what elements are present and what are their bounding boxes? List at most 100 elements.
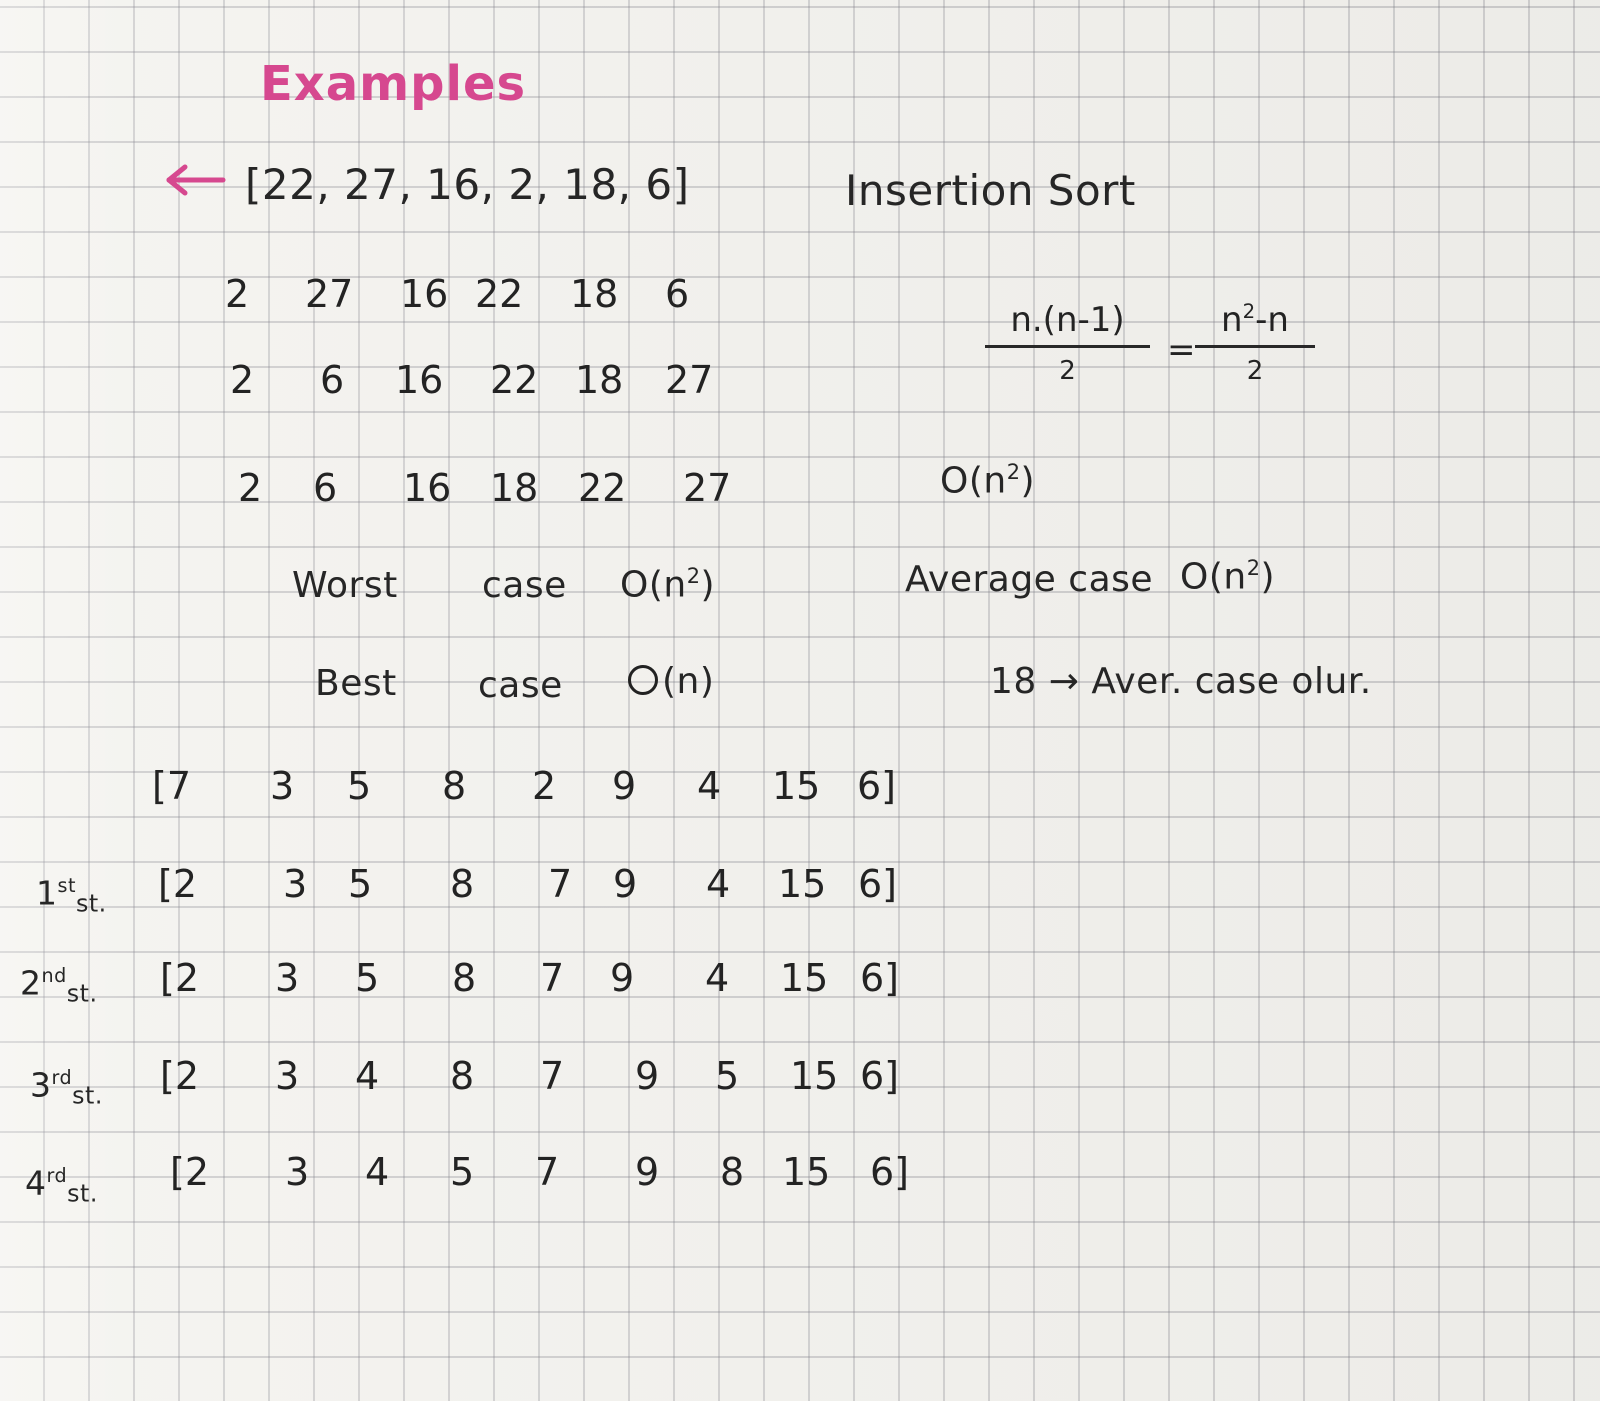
examples-title: Examples <box>260 56 527 112</box>
array-value: 6] <box>857 764 897 808</box>
sort-value: 16 <box>400 272 449 316</box>
array-value: 8 <box>720 1150 745 1194</box>
sort-value: 18 <box>570 272 619 316</box>
sort-value: 22 <box>490 358 539 402</box>
array-value: 15 <box>772 764 821 808</box>
array-value: 3 <box>275 1054 300 1098</box>
second-example-step-row-4: [2 3 4 5 7 9 8 15 6] <box>170 1150 940 1204</box>
left-denominator: 2 <box>1059 356 1076 386</box>
step-label-1: 1stst. <box>36 876 107 916</box>
array-value: [2 <box>160 956 200 1000</box>
array-value: 5 <box>715 1054 740 1098</box>
sort-value: 6 <box>313 466 338 510</box>
step-label-4-ordinal: rd <box>46 1164 68 1187</box>
array-value: 5 <box>348 862 373 906</box>
array-value: 9 <box>610 956 635 1000</box>
array-value: 3 <box>275 956 300 1000</box>
array-value: 5 <box>347 764 372 808</box>
second-example-step-row-2: [2 3 5 8 7 9 4 15 6] <box>160 956 930 1010</box>
step-label-4-base: 4 <box>25 1163 47 1203</box>
right-numerator: n2-n <box>1195 300 1315 348</box>
average-case-label: Average case <box>905 559 1154 600</box>
best-case-complexity: (n) <box>628 664 714 700</box>
array-value: 7 <box>548 862 573 906</box>
array-value: 3 <box>270 764 295 808</box>
average-case-note: 18 → Aver. case olur. <box>990 661 1372 702</box>
step-label-3: 3rdst. <box>30 1068 103 1108</box>
sort-value: 27 <box>665 358 714 402</box>
equals-sign: = <box>1167 330 1196 370</box>
step-label-3-ordinal: rd <box>51 1066 73 1089</box>
formula-complexity-close: ) <box>1020 460 1036 502</box>
second-example-step-row-1: [2 3 5 8 7 9 4 15 6] <box>158 862 918 916</box>
array-value: 5 <box>355 956 380 1000</box>
step-label-1-ordinal: st <box>57 874 76 897</box>
sort-value: 22 <box>578 466 627 510</box>
sort-value: 16 <box>403 466 452 510</box>
best-case-complexity-base: (n) <box>662 661 715 702</box>
array-value: 7 <box>540 956 565 1000</box>
comparison-count-formula: n.(n-1) 2 = n2-n 2 <box>985 300 1315 410</box>
right-numerator-tail: -n <box>1255 300 1289 340</box>
sort-value: 22 <box>475 272 524 316</box>
step-label-4-tail: st. <box>67 1179 98 1208</box>
worst-case-complexity: O(n2) <box>620 566 715 604</box>
step-label-2-tail: st. <box>66 979 98 1008</box>
array-value: 4 <box>355 1054 380 1098</box>
array-value: 6] <box>860 956 900 1000</box>
array-value: [7 <box>152 764 192 808</box>
array-value: 7 <box>535 1150 560 1194</box>
big-o-circle-icon <box>628 665 658 695</box>
formula-complexity-base: O(n <box>940 460 1007 502</box>
sort-value: 6 <box>320 358 345 402</box>
step-label-1-tail: st. <box>75 889 107 918</box>
first-example-input: [22, 27, 16, 2, 18, 6] <box>245 160 690 209</box>
sort-value: 2 <box>230 358 255 402</box>
array-value: 3 <box>283 862 308 906</box>
notebook-page: Examples [22, 27, 16, 2, 18, 6] Insertio… <box>0 0 1600 1401</box>
left-arrow-icon <box>166 164 226 196</box>
array-value: 9 <box>635 1054 660 1098</box>
array-value: 9 <box>613 862 638 906</box>
step-label-1-base: 1 <box>36 873 58 913</box>
sort-value: 2 <box>225 272 250 316</box>
sort-value: 18 <box>490 466 539 510</box>
array-value: 8 <box>442 764 467 808</box>
left-fraction: n.(n-1) 2 <box>985 300 1150 386</box>
right-numerator-exponent: 2 <box>1242 300 1256 324</box>
array-value: 15 <box>790 1054 839 1098</box>
array-value: 5 <box>450 1150 475 1194</box>
formula-complexity-exponent: 2 <box>1006 460 1021 484</box>
first-example-step-row-3: 2 6 16 18 22 27 <box>238 466 778 520</box>
worst-case-label: Worst <box>292 565 398 606</box>
second-example-initial-row: [7 3 5 8 2 9 4 15 6] <box>152 764 912 818</box>
worst-case-complexity-close: ) <box>700 564 716 606</box>
array-value: 15 <box>780 956 829 1000</box>
sort-value: 16 <box>395 358 444 402</box>
worst-case-complexity-exponent: 2 <box>686 564 701 588</box>
insertion-sort-heading: Insertion Sort <box>845 166 1136 215</box>
best-case-word: case <box>478 665 563 706</box>
step-label-4: 4rdst. <box>25 1166 98 1206</box>
array-value: 8 <box>450 1054 475 1098</box>
average-case-complexity-exponent: 2 <box>1246 556 1261 580</box>
array-value: 7 <box>540 1054 565 1098</box>
array-value: 3 <box>285 1150 310 1194</box>
array-value: [2 <box>160 1054 200 1098</box>
right-fraction: n2-n 2 <box>1195 300 1315 386</box>
sort-value: 18 <box>575 358 624 402</box>
step-label-2: 2ndst. <box>20 966 98 1006</box>
array-value: 9 <box>612 764 637 808</box>
best-case-label: Best <box>315 663 397 704</box>
sort-value: 2 <box>238 466 263 510</box>
array-value: 6] <box>860 1054 900 1098</box>
array-value: 15 <box>778 862 827 906</box>
average-case-complexity-close: ) <box>1260 556 1276 598</box>
second-example-step-row-3: [2 3 4 8 7 9 5 15 6] <box>160 1054 940 1108</box>
sort-value: 6 <box>665 272 690 316</box>
array-value: 6] <box>858 862 898 906</box>
right-numerator-base: n <box>1221 300 1243 340</box>
array-value: [2 <box>158 862 198 906</box>
average-case-complexity: O(n2) <box>1180 558 1275 596</box>
first-example-step-row-1: 2 27 16 22 18 6 <box>225 272 745 326</box>
